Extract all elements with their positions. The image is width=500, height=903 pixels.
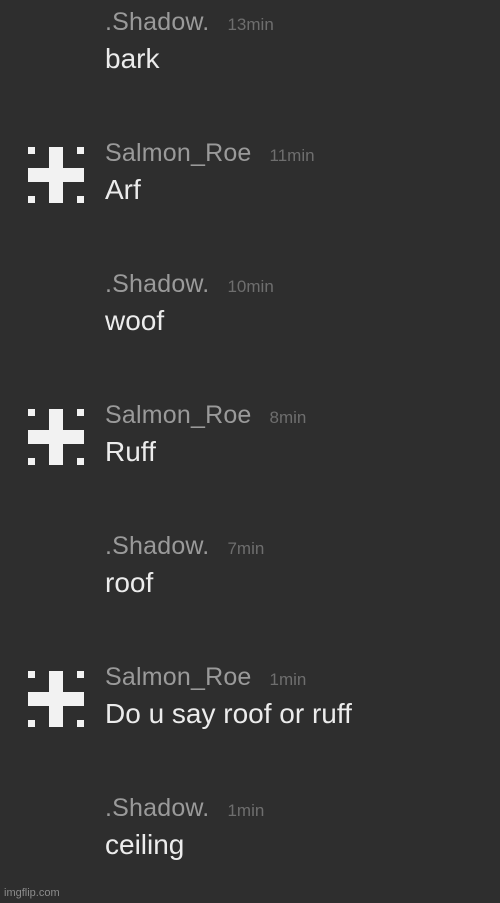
message-text: bark <box>105 43 160 74</box>
message-text: Do u say roof or ruff <box>105 698 352 729</box>
message-item: .Shadow. 13min bark <box>0 7 500 117</box>
author-name[interactable]: Salmon_Roe <box>105 139 252 167</box>
author-name[interactable]: .Shadow. <box>105 270 209 298</box>
message-item: Salmon_Roe 1min Do u say roof or ruff <box>0 662 500 772</box>
message-text: roof <box>105 567 154 598</box>
message-item: .Shadow. 7min roof <box>0 531 500 641</box>
message-text: Arf <box>105 174 141 205</box>
message-header: .Shadow. 7min <box>105 531 264 565</box>
timestamp: 1min <box>269 670 307 689</box>
message-header: .Shadow. 10min <box>105 269 274 303</box>
message-item: .Shadow. 10min woof <box>0 269 500 379</box>
timestamp: 8min <box>269 408 307 427</box>
timestamp: 11min <box>269 146 315 165</box>
timestamp: 7min <box>227 539 265 558</box>
author-name[interactable]: .Shadow. <box>105 794 209 822</box>
watermark: imgflip.com <box>4 887 60 899</box>
message-text: ceiling <box>105 829 185 860</box>
author-name[interactable]: .Shadow. <box>105 532 209 560</box>
pixel-pattern-icon <box>28 147 84 203</box>
author-name[interactable]: Salmon_Roe <box>105 663 252 691</box>
pixel-pattern-icon <box>28 671 84 727</box>
avatar[interactable] <box>28 671 84 727</box>
message-item: .Shadow. 1min ceiling <box>0 793 500 903</box>
timestamp: 1min <box>227 801 265 820</box>
message-text: woof <box>105 305 165 336</box>
timestamp: 10min <box>227 277 274 296</box>
author-name[interactable]: .Shadow. <box>105 8 209 36</box>
message-item: Salmon_Roe 8min Ruff <box>0 400 500 510</box>
avatar[interactable] <box>28 147 84 203</box>
chat-feed: .Shadow. 13min bark Salmon_Roe 11min Arf… <box>0 0 500 902</box>
message-header: Salmon_Roe 11min <box>105 138 315 172</box>
pixel-pattern-icon <box>28 409 84 465</box>
message-text: Ruff <box>105 436 156 467</box>
message-header: Salmon_Roe 8min <box>105 400 306 434</box>
author-name[interactable]: Salmon_Roe <box>105 401 252 429</box>
message-header: .Shadow. 13min <box>105 7 274 41</box>
avatar[interactable] <box>28 409 84 465</box>
timestamp: 13min <box>227 15 274 34</box>
message-header: Salmon_Roe 1min <box>105 662 306 696</box>
message-item: Salmon_Roe 11min Arf <box>0 138 500 248</box>
message-header: .Shadow. 1min <box>105 793 264 827</box>
